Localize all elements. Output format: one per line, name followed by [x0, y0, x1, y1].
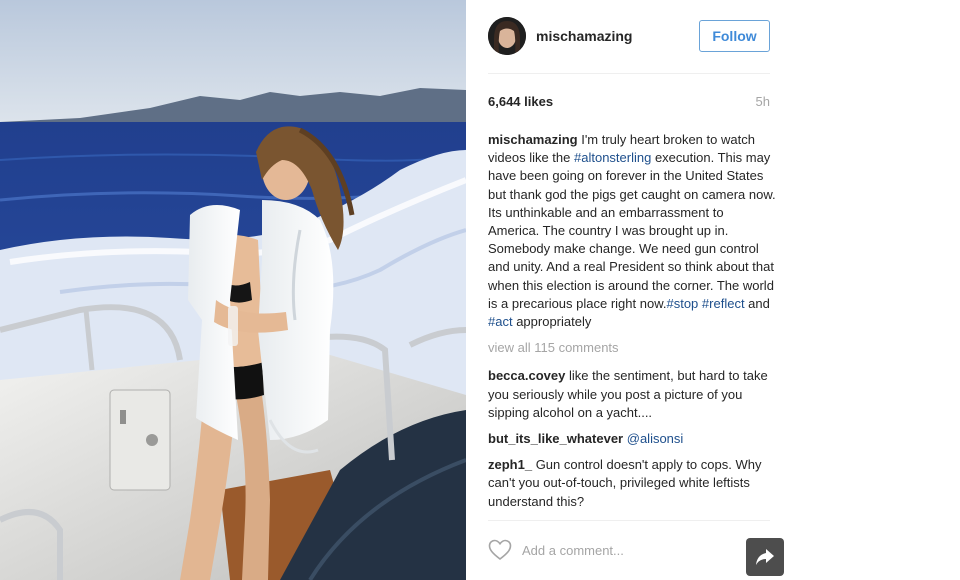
avatar[interactable] — [488, 17, 526, 55]
hashtag-link[interactable]: #reflect — [702, 296, 745, 311]
share-button[interactable] — [746, 538, 784, 576]
comment-username[interactable]: becca.covey — [488, 368, 565, 383]
hashtag-link[interactable]: #altonsterling — [574, 150, 651, 165]
post-meta: 6,644 likes 5h — [488, 94, 770, 109]
avatar-image — [488, 17, 526, 55]
comment-item: but_its_like_whatever @alisonsi — [488, 430, 776, 448]
post-username[interactable]: mischamazing — [536, 28, 699, 44]
header-divider — [488, 73, 770, 74]
hashtag-link[interactable]: #stop — [666, 296, 698, 311]
add-comment-row: Add a comment... — [488, 530, 788, 570]
mention-link[interactable]: @alisonsi — [627, 431, 684, 446]
comment-username[interactable]: but_its_like_whatever — [488, 431, 623, 446]
yacht-photo-image — [0, 0, 466, 580]
likes-count[interactable]: 6,644 likes — [488, 94, 553, 109]
view-all-comments-link[interactable]: view all 115 comments — [488, 339, 776, 357]
footer-divider — [488, 520, 770, 521]
post-timestamp: 5h — [755, 94, 770, 109]
post-panel: mischamazing Follow 6,644 likes 5h misch… — [466, 0, 786, 580]
follow-button[interactable]: Follow — [699, 20, 770, 52]
heart-outline-icon[interactable] — [488, 539, 512, 561]
share-arrow-icon — [756, 549, 774, 565]
hashtag-link[interactable]: #act — [488, 314, 513, 329]
post-header: mischamazing Follow — [488, 16, 770, 56]
caption-text: execution. This may have been going on f… — [488, 150, 776, 311]
comment-item: becca.covey like the sentiment, but hard… — [488, 367, 776, 422]
instagram-post-view: mischamazing Follow 6,644 likes 5h misch… — [0, 0, 960, 580]
caption-text: and — [744, 295, 770, 311]
comment-item: zeph1_ Gun control doesn't apply to cops… — [488, 456, 776, 511]
caption-username[interactable]: mischamazing — [488, 132, 578, 147]
comment-username[interactable]: zeph1_ — [488, 457, 532, 472]
post-caption: mischamazing I'm truly heart broken to w… — [488, 131, 776, 331]
caption-text: appropriately — [512, 314, 592, 330]
post-photo[interactable] — [0, 0, 466, 580]
comments-list[interactable]: mischamazing I'm truly heart broken to w… — [488, 131, 776, 515]
